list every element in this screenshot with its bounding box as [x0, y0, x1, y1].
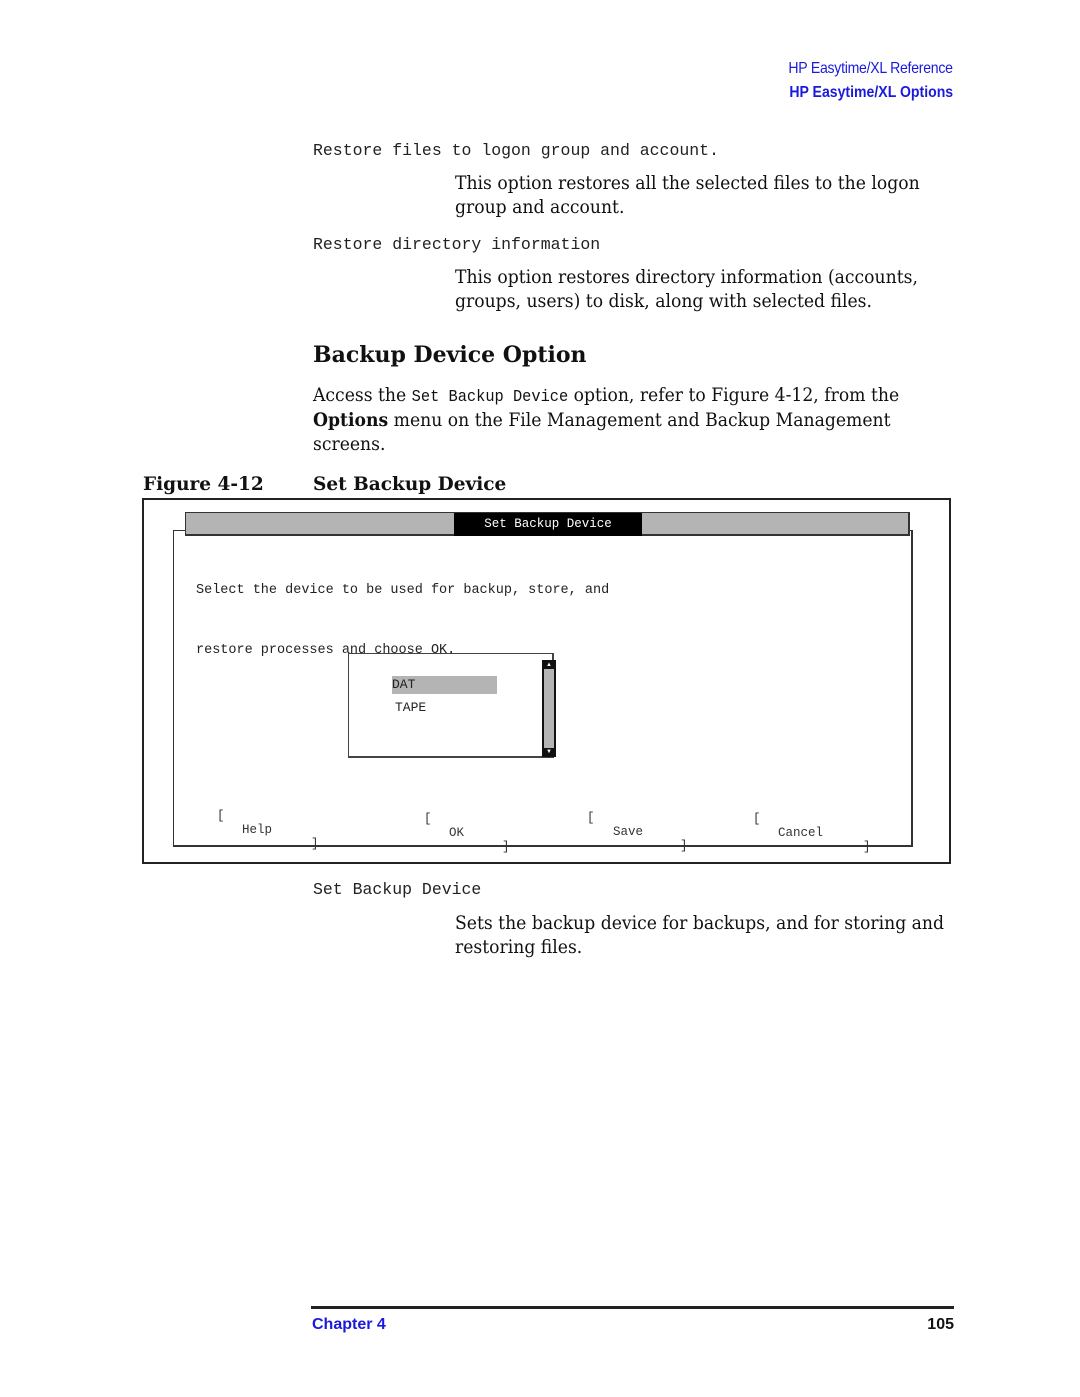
section-paragraph: Access the Set Backup Device option, ref… — [313, 384, 899, 457]
scroll-up-arrow-icon[interactable]: ▲ — [542, 661, 556, 669]
running-header-reference: HP Easytime/XL Reference — [788, 60, 954, 77]
description-line: groups, users) to disk, along with selec… — [455, 291, 872, 312]
bracket: [ — [424, 812, 432, 826]
cancel-button-label: Cancel — [778, 826, 824, 840]
text: Access the — [313, 385, 412, 406]
bracket: ] — [863, 840, 871, 854]
paragraph-line-3: screens. — [313, 434, 386, 455]
option-term-restore-files: Restore files to logon group and account… — [313, 141, 719, 160]
bracket: ] — [311, 837, 319, 851]
section-heading: Backup Device Option — [313, 342, 587, 368]
ok-button[interactable]: [ OK ] — [409, 798, 510, 854]
definition-term: Set Backup Device — [313, 880, 482, 899]
list-item-dat[interactable]: DAT — [392, 676, 497, 694]
bracket: [ — [587, 811, 595, 825]
device-listbox[interactable] — [348, 653, 554, 758]
instruction-line: Select the device to be used for backup,… — [196, 583, 610, 598]
figure-caption: Set Backup Device — [313, 474, 507, 495]
option-description-restore-files: This option restores all the selected fi… — [455, 172, 920, 220]
dialog-title: Set Backup Device — [454, 513, 642, 536]
bracket: [ — [753, 812, 761, 826]
description-line: group and account. — [455, 197, 625, 218]
help-button-label: Help — [242, 823, 273, 837]
cancel-button[interactable]: [ Cancel ] — [738, 798, 871, 854]
description-line: This option restores directory informati… — [455, 267, 918, 288]
running-header-section: HP Easytime/XL Options — [789, 84, 953, 101]
bracket: ] — [680, 839, 688, 853]
paragraph-line-1: Access the Set Backup Device option, ref… — [313, 384, 899, 409]
description-line: This option restores all the selected fi… — [455, 173, 920, 194]
scroll-down-arrow-icon[interactable]: ▼ — [542, 748, 556, 756]
bracket: [ — [217, 809, 225, 823]
save-button-label: Save — [613, 825, 644, 839]
ok-button-label: OK — [449, 826, 465, 840]
footer-rule — [311, 1306, 954, 1309]
description-line: restoring files. — [455, 937, 583, 958]
help-button[interactable]: [ Help ] — [202, 795, 319, 851]
inline-code: Set Backup Device — [411, 387, 569, 406]
listbox-scrollbar[interactable]: ▲ ▼ — [542, 660, 556, 757]
option-description-restore-directory: This option restores directory informati… — [455, 266, 918, 314]
text: option, refer to Figure 4-12, from the — [568, 385, 900, 406]
bold-menu-name: Options — [313, 410, 389, 431]
page-number: 105 — [927, 1316, 954, 1333]
bracket: ] — [502, 840, 510, 854]
description-line: Sets the backup device for backups, and … — [455, 913, 945, 934]
text: menu on the File Management and Backup M… — [388, 410, 891, 431]
definition-description: Sets the backup device for backups, and … — [455, 912, 944, 960]
chapter-link[interactable]: Chapter 4 — [312, 1316, 386, 1334]
save-button[interactable]: [ Save ] — [572, 797, 688, 853]
paragraph-line-2: Options menu on the File Management and … — [313, 409, 899, 433]
list-item-tape[interactable]: TAPE — [395, 699, 426, 717]
figure-number: Figure 4-12 — [143, 474, 264, 495]
option-term-restore-directory: Restore directory information — [313, 235, 601, 254]
